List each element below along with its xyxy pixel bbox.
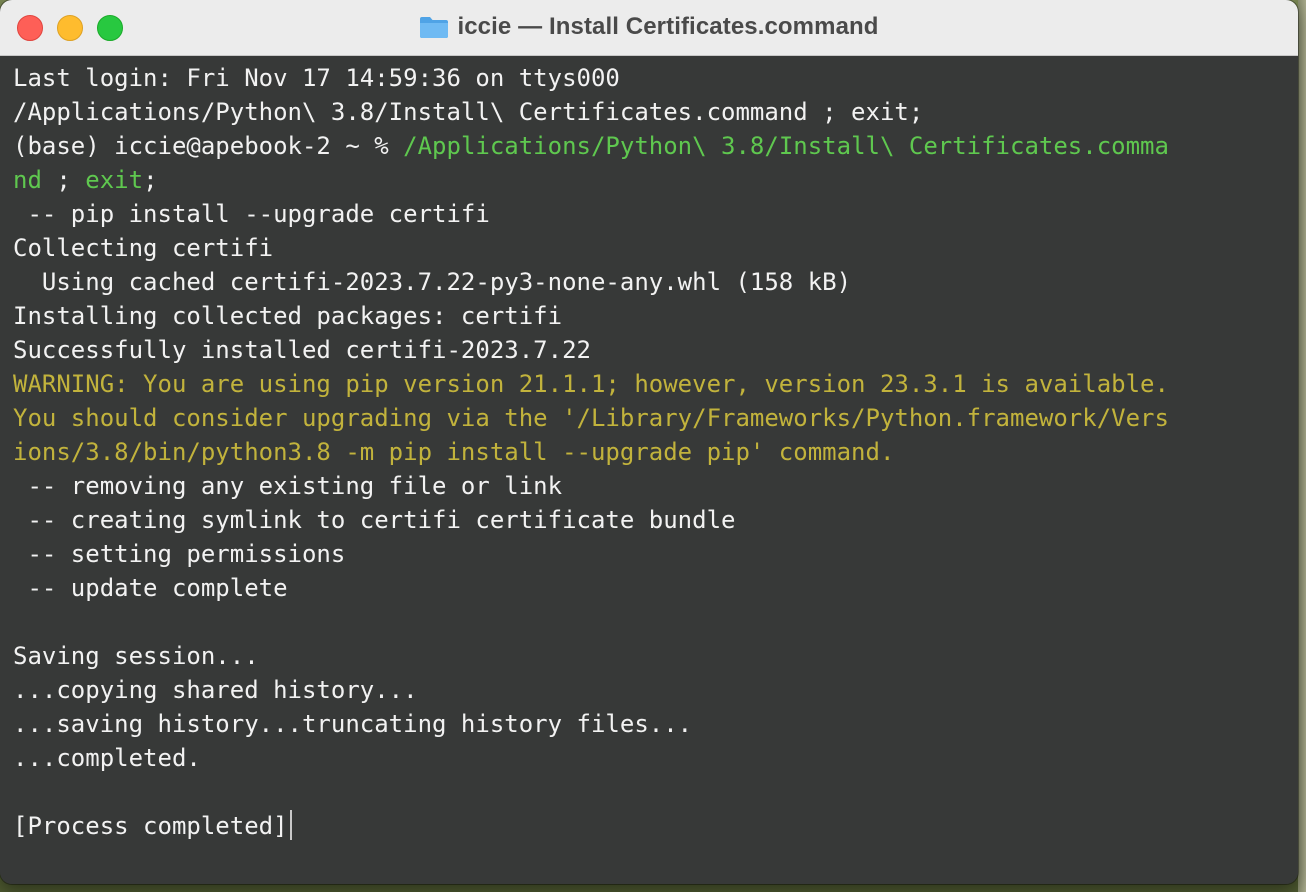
terminal-text-segment: /Applications/Python\ 3.8/Install\ Certi… (403, 132, 1169, 160)
desktop-edge (1298, 0, 1306, 892)
terminal-text-segment: ...saving history...truncating history f… (13, 710, 693, 738)
window-title-group: iccie — Install Certificates.command (0, 0, 1298, 54)
terminal-text-segment: ...completed. (13, 744, 201, 772)
terminal-line: [Process completed] (13, 809, 1298, 843)
terminal-line: Saving session... (13, 639, 1298, 673)
text-cursor (289, 810, 292, 840)
title-bar[interactable]: iccie — Install Certificates.command (0, 0, 1298, 56)
terminal-text-segment: Installing collected packages: certifi (13, 302, 563, 330)
terminal-line: nd ; exit; (13, 163, 1298, 197)
terminal-line: -- pip install --upgrade certifi (13, 197, 1298, 231)
terminal-text-segment: Successfully installed certifi-2023.7.22 (13, 336, 591, 364)
terminal-text-segment: Collecting certifi (13, 234, 274, 262)
terminal-text-segment: /Applications/Python\ 3.8/Install\ Certi… (13, 98, 924, 126)
terminal-text-segment: ; (41, 166, 86, 194)
terminal-text-segment: nd (13, 166, 42, 194)
terminal-text-segment: exit (85, 166, 144, 194)
terminal-text-segment: -- update complete (13, 574, 288, 602)
terminal-text-segment: ; (143, 166, 158, 194)
terminal-line: WARNING: You are using pip version 21.1.… (13, 367, 1298, 401)
terminal-line: /Applications/Python\ 3.8/Install\ Certi… (13, 95, 1298, 129)
terminal-line: Using cached certifi-2023.7.22-py3-none-… (13, 265, 1298, 299)
terminal-text-segment: (base) iccie@apebook-2 ~ % (13, 132, 404, 160)
terminal-text-segment: WARNING: You are using pip version 21.1.… (13, 370, 1169, 398)
terminal-line: -- removing any existing file or link (13, 469, 1298, 503)
terminal-line: -- update complete (13, 571, 1298, 605)
folder-icon (419, 15, 449, 39)
terminal-text-segment: Saving session... (13, 642, 259, 670)
terminal-text-segment: You should consider upgrading via the '/… (13, 404, 1169, 432)
terminal-line: ...saving history...truncating history f… (13, 707, 1298, 741)
terminal-text-segment: -- creating symlink to certifi certifica… (13, 506, 736, 534)
terminal-text-segment: Using cached certifi-2023.7.22-py3-none-… (13, 268, 852, 296)
terminal-line: ...completed. (13, 741, 1298, 775)
terminal-output[interactable]: Last login: Fri Nov 17 14:59:36 on ttys0… (0, 56, 1298, 884)
terminal-text-segment: -- removing any existing file or link (13, 472, 563, 500)
terminal-text-segment: ions/3.8/bin/python3.8 -m pip install --… (13, 438, 895, 466)
terminal-line: Collecting certifi (13, 231, 1298, 265)
terminal-line: ions/3.8/bin/python3.8 -m pip install --… (13, 435, 1298, 469)
terminal-line: ...copying shared history... (13, 673, 1298, 707)
terminal-line: You should consider upgrading via the '/… (13, 401, 1298, 435)
terminal-line: -- creating symlink to certifi certifica… (13, 503, 1298, 537)
terminal-line: (base) iccie@apebook-2 ~ % /Applications… (13, 129, 1298, 163)
terminal-text-segment: -- setting permissions (13, 540, 346, 568)
terminal-line: -- setting permissions (13, 537, 1298, 571)
terminal-text-segment: [Process completed] (13, 812, 288, 840)
terminal-line: Last login: Fri Nov 17 14:59:36 on ttys0… (13, 61, 1298, 95)
terminal-text-segment: Last login: Fri Nov 17 14:59:36 on ttys0… (13, 64, 620, 92)
window-title: iccie — Install Certificates.command (457, 13, 879, 40)
terminal-line: Successfully installed certifi-2023.7.22 (13, 333, 1298, 367)
terminal-line: Installing collected packages: certifi (13, 299, 1298, 333)
terminal-text-segment: ...copying shared history... (13, 676, 418, 704)
terminal-text-segment: -- pip install --upgrade certifi (13, 200, 490, 228)
terminal-window: iccie — Install Certificates.command Las… (0, 0, 1298, 884)
